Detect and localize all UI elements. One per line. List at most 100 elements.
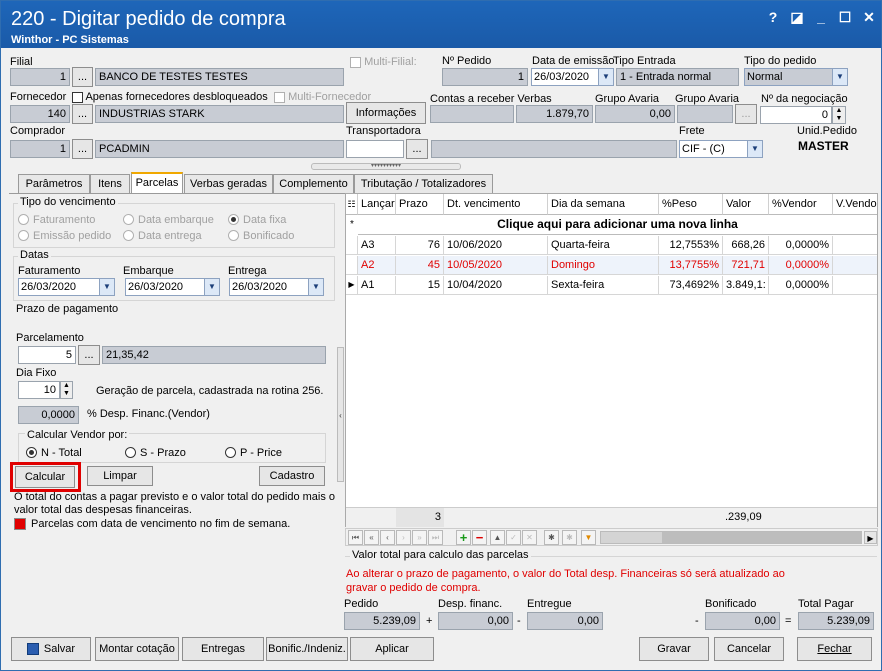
fornecedor-search-button[interactable]: ...	[72, 104, 93, 124]
faturamento-picker[interactable]: 26/03/2020 ▼	[18, 278, 115, 296]
grupo-avaria-search-button[interactable]: ...	[735, 104, 757, 124]
frete-select[interactable]: CIF - (C) ▼	[679, 140, 763, 158]
grid-menu-icon[interactable]: ☷	[346, 194, 358, 215]
last-record-icon[interactable]: ⏭	[428, 530, 443, 545]
data-emissao-picker[interactable]: 26/03/2020 ▼	[531, 68, 614, 86]
entregas-button[interactable]: Entregas	[182, 637, 264, 661]
transportadora-search-button[interactable]: ...	[406, 139, 428, 159]
next-page-icon[interactable]: »	[412, 530, 427, 545]
row-indicator[interactable]	[346, 256, 358, 275]
calcular-button[interactable]: Calcular	[15, 466, 75, 488]
dia-fixo-field[interactable]: 10	[18, 381, 60, 399]
table-cell[interactable]: A3	[358, 236, 396, 255]
cancel-icon[interactable]: ✕	[522, 530, 537, 545]
table-cell[interactable]: 0,0000%	[769, 276, 833, 295]
tab-parcelas[interactable]: Parcelas	[131, 172, 183, 194]
col-lancar[interactable]: Lançar	[358, 194, 396, 215]
gravar-button[interactable]: Gravar	[639, 637, 709, 661]
splitter-handle[interactable]: ▾▾▾▾▾▾▾▾▾▾	[311, 163, 461, 170]
add-record-icon[interactable]: +	[456, 530, 471, 545]
radio-bonificado[interactable]	[228, 230, 239, 241]
entrega-picker[interactable]: 26/03/2020 ▼	[229, 278, 324, 296]
table-cell[interactable]: 668,26	[723, 236, 769, 255]
tab-tributacao[interactable]: Tributação / Totalizadores	[354, 174, 493, 193]
close-button[interactable]: ✕	[859, 9, 879, 27]
table-cell[interactable]: 10/05/2020	[444, 256, 548, 275]
multi-filial-checkbox[interactable]: Multi-Filial:	[350, 56, 417, 68]
filter-icon[interactable]: ▼	[581, 530, 596, 545]
table-cell[interactable]: 45	[396, 256, 444, 275]
col-peso[interactable]: %Peso	[659, 194, 723, 215]
table-cell[interactable]: 73,4692%	[659, 276, 723, 295]
table-cell[interactable]: 0,0000%	[769, 256, 833, 275]
cadastro-button[interactable]: Cadastro	[259, 466, 325, 486]
minimize-button[interactable]: _	[811, 9, 831, 27]
post-icon[interactable]: ✓	[506, 530, 521, 545]
row-indicator[interactable]	[346, 236, 358, 255]
radio-data-entrega[interactable]	[123, 230, 134, 241]
scroll-right-icon[interactable]: ▶	[864, 531, 877, 544]
comprador-code-field[interactable]: 1	[10, 140, 70, 158]
table-cell[interactable]	[833, 236, 877, 255]
bonific-button[interactable]: Bonific./Indeniz.	[266, 637, 348, 661]
table-cell[interactable]: 721,71	[723, 256, 769, 275]
radio-n-total[interactable]	[26, 447, 37, 458]
col-prazo[interactable]: Prazo	[396, 194, 444, 215]
dia-fixo-spinner[interactable]: ▲ ▼	[60, 381, 73, 399]
table-cell[interactable]: 10/04/2020	[444, 276, 548, 295]
tipo-pedido-select[interactable]: Normal ▼	[744, 68, 848, 86]
radio-s-prazo[interactable]	[125, 447, 136, 458]
informacoes-button[interactable]: Informações	[346, 102, 426, 124]
tab-itens[interactable]: Itens	[90, 174, 130, 193]
next-record-icon[interactable]: ›	[396, 530, 411, 545]
refresh-icon[interactable]: ✱	[544, 530, 559, 545]
apenas-desbloq-checkbox[interactable]: Apenas fornecedores desbloqueados	[72, 91, 268, 103]
negociacao-spinner[interactable]: ▲ ▼	[832, 106, 846, 124]
tab-complemento[interactable]: Complemento	[273, 174, 354, 193]
salvar-button[interactable]: Salvar	[11, 637, 91, 661]
radio-p-price[interactable]	[225, 447, 236, 458]
table-cell[interactable]: 0,0000%	[769, 236, 833, 255]
radio-faturamento[interactable]	[18, 214, 29, 225]
limpar-button[interactable]: Limpar	[87, 466, 153, 486]
delete-record-icon[interactable]: −	[472, 530, 487, 545]
col-vvendor[interactable]: V.Vendor	[833, 194, 877, 215]
desp-financ-field[interactable]: 0,0000	[18, 406, 79, 424]
table-cell[interactable]: Domingo	[548, 256, 659, 275]
table-cell[interactable]: 76	[396, 236, 444, 255]
num-negociacao-field[interactable]: 0	[760, 106, 832, 124]
edit-icon[interactable]: ▲	[490, 530, 505, 545]
comprador-search-button[interactable]: ...	[72, 139, 93, 159]
filial-code-field[interactable]: 1	[10, 68, 70, 86]
embarque-picker[interactable]: 26/03/2020 ▼	[125, 278, 220, 296]
panel-collapse-handle[interactable]: ‹	[337, 347, 344, 482]
montar-cotacao-button[interactable]: Montar cotação	[95, 637, 179, 661]
table-cell[interactable]: A1	[358, 276, 396, 295]
fechar-button[interactable]: Fechar	[797, 637, 872, 661]
col-vendor[interactable]: %Vendor	[769, 194, 833, 215]
cancelar-button[interactable]: Cancelar	[714, 637, 784, 661]
parcelamento-field[interactable]: 5	[18, 346, 76, 364]
table-cell[interactable]: Quarta-feira	[548, 236, 659, 255]
table-cell[interactable]: 3.849,1:	[723, 276, 769, 295]
row-indicator-icon[interactable]: ▶	[346, 276, 358, 295]
radio-emissao-pedido[interactable]	[18, 230, 29, 241]
aplicar-button[interactable]: Aplicar	[350, 637, 434, 661]
tab-verbas-geradas[interactable]: Verbas geradas	[184, 174, 273, 193]
fornecedor-code-field[interactable]: 140	[10, 105, 70, 123]
radio-data-fixa[interactable]	[228, 214, 239, 225]
first-record-icon[interactable]: ⏮	[348, 530, 363, 545]
col-venc[interactable]: Dt. vencimento	[444, 194, 548, 215]
radio-data-embarque[interactable]	[123, 214, 134, 225]
table-cell[interactable]: 15	[396, 276, 444, 295]
bookmark-icon[interactable]: ✱	[562, 530, 577, 545]
table-cell[interactable]: Sexta-feira	[548, 276, 659, 295]
table-cell[interactable]	[833, 276, 877, 295]
tab-parametros[interactable]: Parâmetros	[18, 174, 90, 193]
prev-record-icon[interactable]: ‹	[380, 530, 395, 545]
help-button[interactable]: ?	[763, 9, 783, 27]
table-cell[interactable]: 10/06/2020	[444, 236, 548, 255]
add-row-button[interactable]: Clique aqui para adicionar uma nova linh…	[358, 215, 877, 235]
maximize-button[interactable]: ☐	[835, 9, 855, 27]
table-cell[interactable]	[833, 256, 877, 275]
